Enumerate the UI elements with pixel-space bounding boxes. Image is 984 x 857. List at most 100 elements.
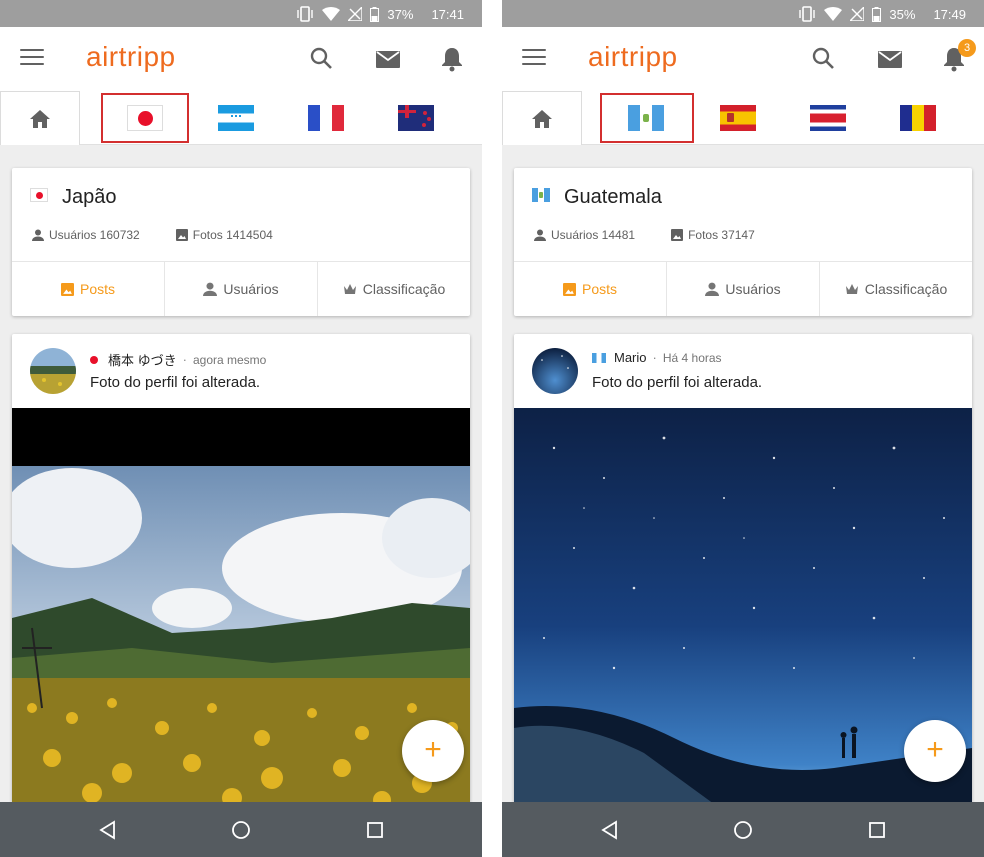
photos-count: Fotos 37147 bbox=[688, 228, 755, 242]
comparison-screenshot: 37% 17:41 airtripp Japão Usuários 160732… bbox=[0, 0, 984, 857]
home-icon bbox=[532, 109, 552, 128]
battery-icon bbox=[370, 6, 380, 22]
mail-icon[interactable] bbox=[374, 45, 402, 73]
country-stats: Usuários 160732 Fotos 1414504 bbox=[32, 228, 273, 242]
ranking-label: Classificação bbox=[362, 281, 446, 297]
country-actions: Posts Usuários Classificação bbox=[12, 261, 470, 316]
app-logo: airtripp bbox=[588, 41, 678, 72]
post-author[interactable]: Mario bbox=[614, 350, 647, 365]
recents-icon[interactable] bbox=[865, 818, 889, 842]
phone-screen-japan: 37% 17:41 airtripp Japão Usuários 160732… bbox=[0, 0, 482, 857]
guatemala-flag-icon bbox=[592, 352, 606, 363]
post-author[interactable]: 橋本 ゆづき bbox=[108, 350, 177, 369]
post-header: Mario · Há 4 horas bbox=[592, 350, 722, 365]
status-bar: 37% 17:41 bbox=[0, 0, 482, 27]
separator-dot: · bbox=[182, 352, 187, 367]
avatar[interactable] bbox=[30, 348, 76, 394]
country-tabs bbox=[502, 91, 984, 145]
wifi-icon bbox=[824, 7, 843, 21]
app-bar: airtripp bbox=[0, 27, 482, 91]
mail-icon[interactable] bbox=[876, 45, 904, 73]
crown-icon bbox=[343, 284, 356, 294]
post-time: Há 4 horas bbox=[662, 350, 722, 365]
tab-costa-rica[interactable] bbox=[788, 91, 868, 145]
post-photo[interactable] bbox=[12, 408, 470, 804]
tab-new-zealand[interactable] bbox=[376, 91, 456, 145]
post-card: Mario · Há 4 horas Foto do perfil foi al… bbox=[514, 334, 972, 804]
photo-icon bbox=[60, 282, 74, 296]
posts-label: Posts bbox=[79, 281, 115, 297]
country-name: Japão bbox=[62, 186, 117, 208]
country-card: Guatemala Usuários 14481 Fotos 37147 Pos… bbox=[514, 168, 972, 316]
crown-icon bbox=[845, 284, 858, 294]
tab-france[interactable] bbox=[286, 91, 366, 145]
status-bar: 35% 17:49 bbox=[502, 0, 984, 27]
ranking-button[interactable]: Classificação bbox=[318, 262, 470, 316]
photo-icon bbox=[671, 229, 684, 241]
post-time: agora mesmo bbox=[192, 352, 267, 367]
photos-count: Fotos 1414504 bbox=[192, 228, 273, 242]
users-stat: Usuários 160732 bbox=[32, 228, 140, 242]
notifications-button[interactable]: 3 bbox=[940, 39, 976, 73]
battery-percent: 35% bbox=[889, 6, 916, 22]
search-icon[interactable] bbox=[810, 45, 838, 73]
selected-tab-highlight bbox=[600, 93, 694, 143]
hamburger-menu-icon[interactable] bbox=[20, 49, 44, 69]
android-nav-bar bbox=[502, 802, 984, 857]
ranking-button[interactable]: Classificação bbox=[820, 262, 972, 316]
post-photo[interactable] bbox=[514, 408, 972, 804]
app-logo: airtripp bbox=[86, 41, 176, 72]
add-post-button[interactable]: + bbox=[904, 720, 966, 782]
post-header: 橋本 ゆづき · agora mesmo bbox=[90, 350, 266, 369]
tab-home[interactable] bbox=[502, 91, 582, 145]
users-count: Usuários 160732 bbox=[49, 228, 140, 242]
home-nav-icon[interactable] bbox=[229, 818, 253, 842]
users-button[interactable]: Usuários bbox=[667, 262, 820, 316]
tab-romania[interactable] bbox=[878, 91, 958, 145]
tab-spain[interactable] bbox=[698, 91, 778, 145]
selected-tab-highlight bbox=[101, 93, 189, 143]
no-signal-icon bbox=[850, 7, 865, 21]
add-post-button[interactable]: + bbox=[402, 720, 464, 782]
japan-flag-icon bbox=[30, 188, 48, 202]
home-nav-icon[interactable] bbox=[731, 818, 755, 842]
posts-button[interactable]: Posts bbox=[12, 262, 165, 316]
back-icon[interactable] bbox=[96, 818, 120, 842]
notifications-button[interactable] bbox=[438, 45, 466, 73]
ranking-label: Classificação bbox=[864, 281, 948, 297]
hamburger-menu-icon[interactable] bbox=[522, 49, 546, 69]
recents-icon[interactable] bbox=[363, 818, 387, 842]
tab-honduras[interactable] bbox=[196, 91, 276, 145]
users-label: Usuários bbox=[223, 281, 279, 297]
avatar[interactable] bbox=[532, 348, 578, 394]
france-flag-icon bbox=[308, 105, 344, 131]
phone-screen-guatemala: 35% 17:49 airtripp 3 Guatemala Usuários … bbox=[502, 0, 984, 857]
country-tabs bbox=[0, 91, 482, 145]
search-icon[interactable] bbox=[308, 45, 336, 73]
guatemala-flag-icon bbox=[532, 188, 550, 202]
users-button[interactable]: Usuários bbox=[165, 262, 318, 316]
separator-dot: · bbox=[652, 350, 657, 365]
person-icon bbox=[32, 229, 44, 241]
back-icon[interactable] bbox=[598, 818, 622, 842]
battery-percent: 37% bbox=[387, 6, 414, 22]
tab-home[interactable] bbox=[0, 91, 80, 145]
users-count: Usuários 14481 bbox=[551, 228, 636, 242]
person-icon bbox=[534, 229, 546, 241]
spain-flag-icon bbox=[720, 105, 756, 131]
users-label: Usuários bbox=[725, 281, 781, 297]
country-stats: Usuários 14481 Fotos 37147 bbox=[534, 228, 755, 242]
person-icon bbox=[705, 282, 720, 296]
home-icon bbox=[30, 109, 50, 128]
photo-icon bbox=[175, 229, 188, 241]
country-card: Japão Usuários 160732 Fotos 1414504 Post… bbox=[12, 168, 470, 316]
no-signal-icon bbox=[348, 7, 363, 21]
photo-icon bbox=[562, 282, 576, 296]
bell-icon bbox=[442, 48, 462, 72]
posts-button[interactable]: Posts bbox=[514, 262, 667, 316]
post-card: 橋本 ゆづき · agora mesmo Foto do perfil foi … bbox=[12, 334, 470, 804]
clock: 17:41 bbox=[431, 6, 464, 22]
japan-flag-icon bbox=[90, 355, 98, 364]
post-text: Foto do perfil foi alterada. bbox=[90, 374, 261, 391]
person-icon bbox=[203, 282, 218, 296]
